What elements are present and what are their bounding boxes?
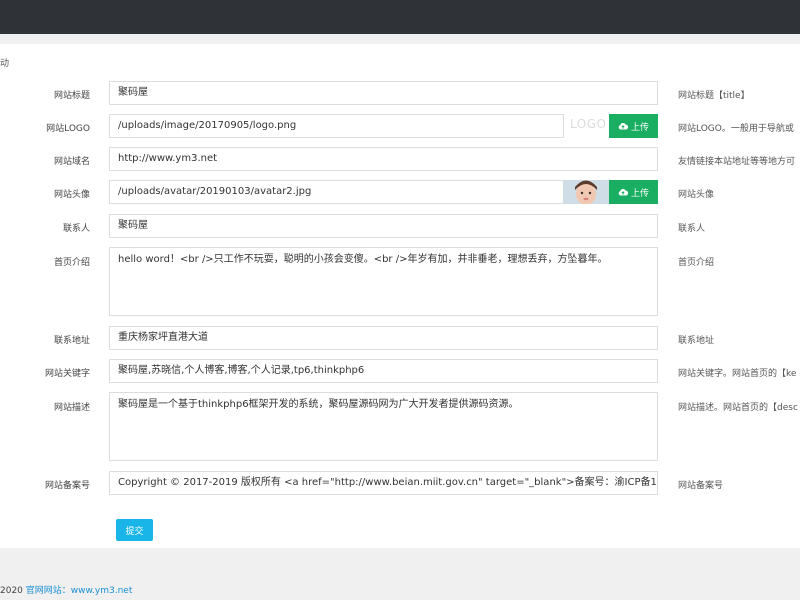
site-domain-input[interactable]: http://www.ym3.net [109, 147, 658, 171]
footer: 2020 官网网站：www.ym3.net [0, 583, 132, 596]
avatar-photo [563, 180, 609, 204]
keywords-label: 网站关键字 [44, 369, 90, 379]
address-help: 联系地址 [678, 336, 715, 346]
address-input[interactable]: 重庆杨家坪直港大道 [109, 326, 658, 350]
site-domain-help: 友情链接本站地址等等地方可 [678, 157, 796, 167]
site-title-label: 网站标题 [53, 91, 90, 101]
site-logo-input[interactable]: /uploads/image/20170905/logo.png [109, 114, 564, 138]
submit-button[interactable]: 提交 [116, 519, 153, 541]
cloud-upload-icon [618, 188, 628, 196]
contact-help: 联系人 [678, 224, 706, 234]
site-avatar-label: 网站头像 [53, 190, 90, 200]
site-avatar-input[interactable]: /uploads/avatar/20190103/avatar2.jpg [109, 180, 564, 204]
avatar-upload-label: 上传 [630, 188, 649, 199]
keywords-help: 网站关键字。网站首页的【ke [678, 369, 797, 379]
site-avatar-help: 网站头像 [678, 190, 715, 200]
page-section-label: 动 [0, 59, 10, 69]
footer-site-label: 官网网站： [25, 586, 71, 596]
icp-help: 网站备案号 [678, 481, 724, 491]
logo-preview: LOGO [570, 117, 607, 131]
logo-upload-label: 上传 [630, 122, 649, 133]
keywords-input[interactable]: 聚码屋,苏晓信,个人博客,博客,个人记录,tp6,thinkphp6 [109, 359, 658, 383]
site-title-input[interactable]: 聚码屋 [109, 81, 658, 105]
icp-input[interactable]: Copyright © 2017-2019 版权所有 <a href="http… [109, 471, 658, 495]
home-intro-label: 首页介绍 [53, 258, 90, 268]
address-label: 联系地址 [53, 336, 90, 346]
avatar-preview-image [563, 180, 609, 204]
contact-input[interactable]: 聚码屋 [109, 214, 658, 238]
description-label: 网站描述 [53, 403, 90, 413]
footer-year: 2020 [0, 586, 23, 596]
home-intro-textarea[interactable]: hello word！<br />只工作不玩耍，聪明的小孩会变傻。<br />年… [109, 247, 658, 316]
site-domain-label: 网站域名 [53, 157, 90, 167]
logo-upload-button[interactable]: 上传 [609, 114, 658, 138]
description-help: 网站描述。网站首页的【desc [678, 403, 798, 413]
site-title-help: 网站标题【title】 [678, 91, 750, 101]
home-intro-help: 首页介绍 [678, 258, 715, 268]
top-navbar [0, 0, 800, 34]
site-logo-help: 网站LOGO。一般用于导航或 [678, 124, 794, 134]
icp-label: 网站备案号 [44, 481, 90, 491]
description-textarea[interactable]: 聚码屋是一个基于thinkphp6框架开发的系统，聚码屋源码网为广大开发者提供源… [109, 392, 658, 461]
footer-site-link[interactable]: www.ym3.net [71, 586, 133, 596]
cloud-upload-icon [618, 122, 628, 130]
contact-label: 联系人 [62, 224, 90, 234]
avatar-upload-button[interactable]: 上传 [609, 180, 658, 204]
site-logo-label: 网站LOGO [46, 124, 90, 134]
